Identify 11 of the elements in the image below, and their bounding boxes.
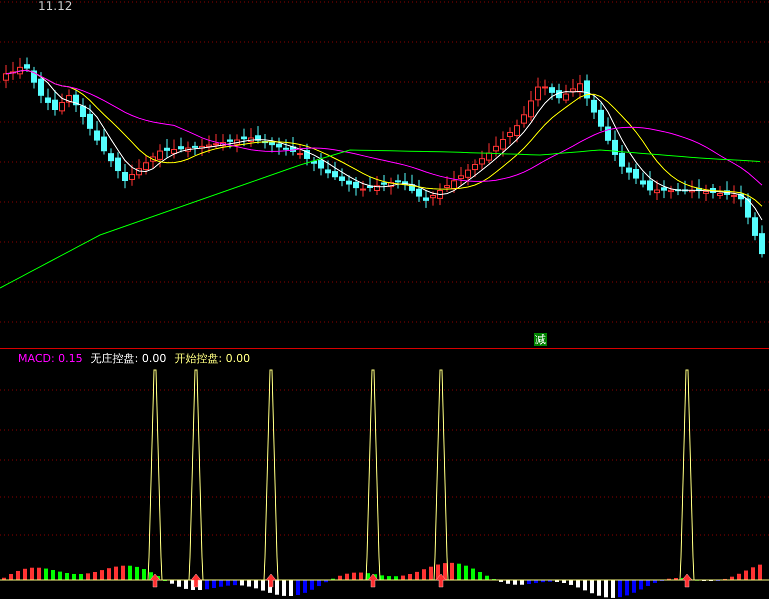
up-arrow-icon	[368, 574, 378, 588]
signal-label: 减	[534, 333, 547, 346]
legend-value: 无庄控盘: 0.00	[90, 350, 166, 366]
up-arrow-icon	[682, 574, 692, 588]
up-arrow-icon	[266, 574, 276, 588]
legend-value: 开始控盘: 0.00	[174, 350, 250, 366]
up-arrow-icon	[190, 574, 202, 588]
legend-value: MACD: 0.15	[18, 352, 83, 364]
price-label: 11.12	[38, 0, 72, 12]
up-arrow-icon	[150, 574, 160, 588]
up-arrow-icon	[436, 574, 446, 588]
